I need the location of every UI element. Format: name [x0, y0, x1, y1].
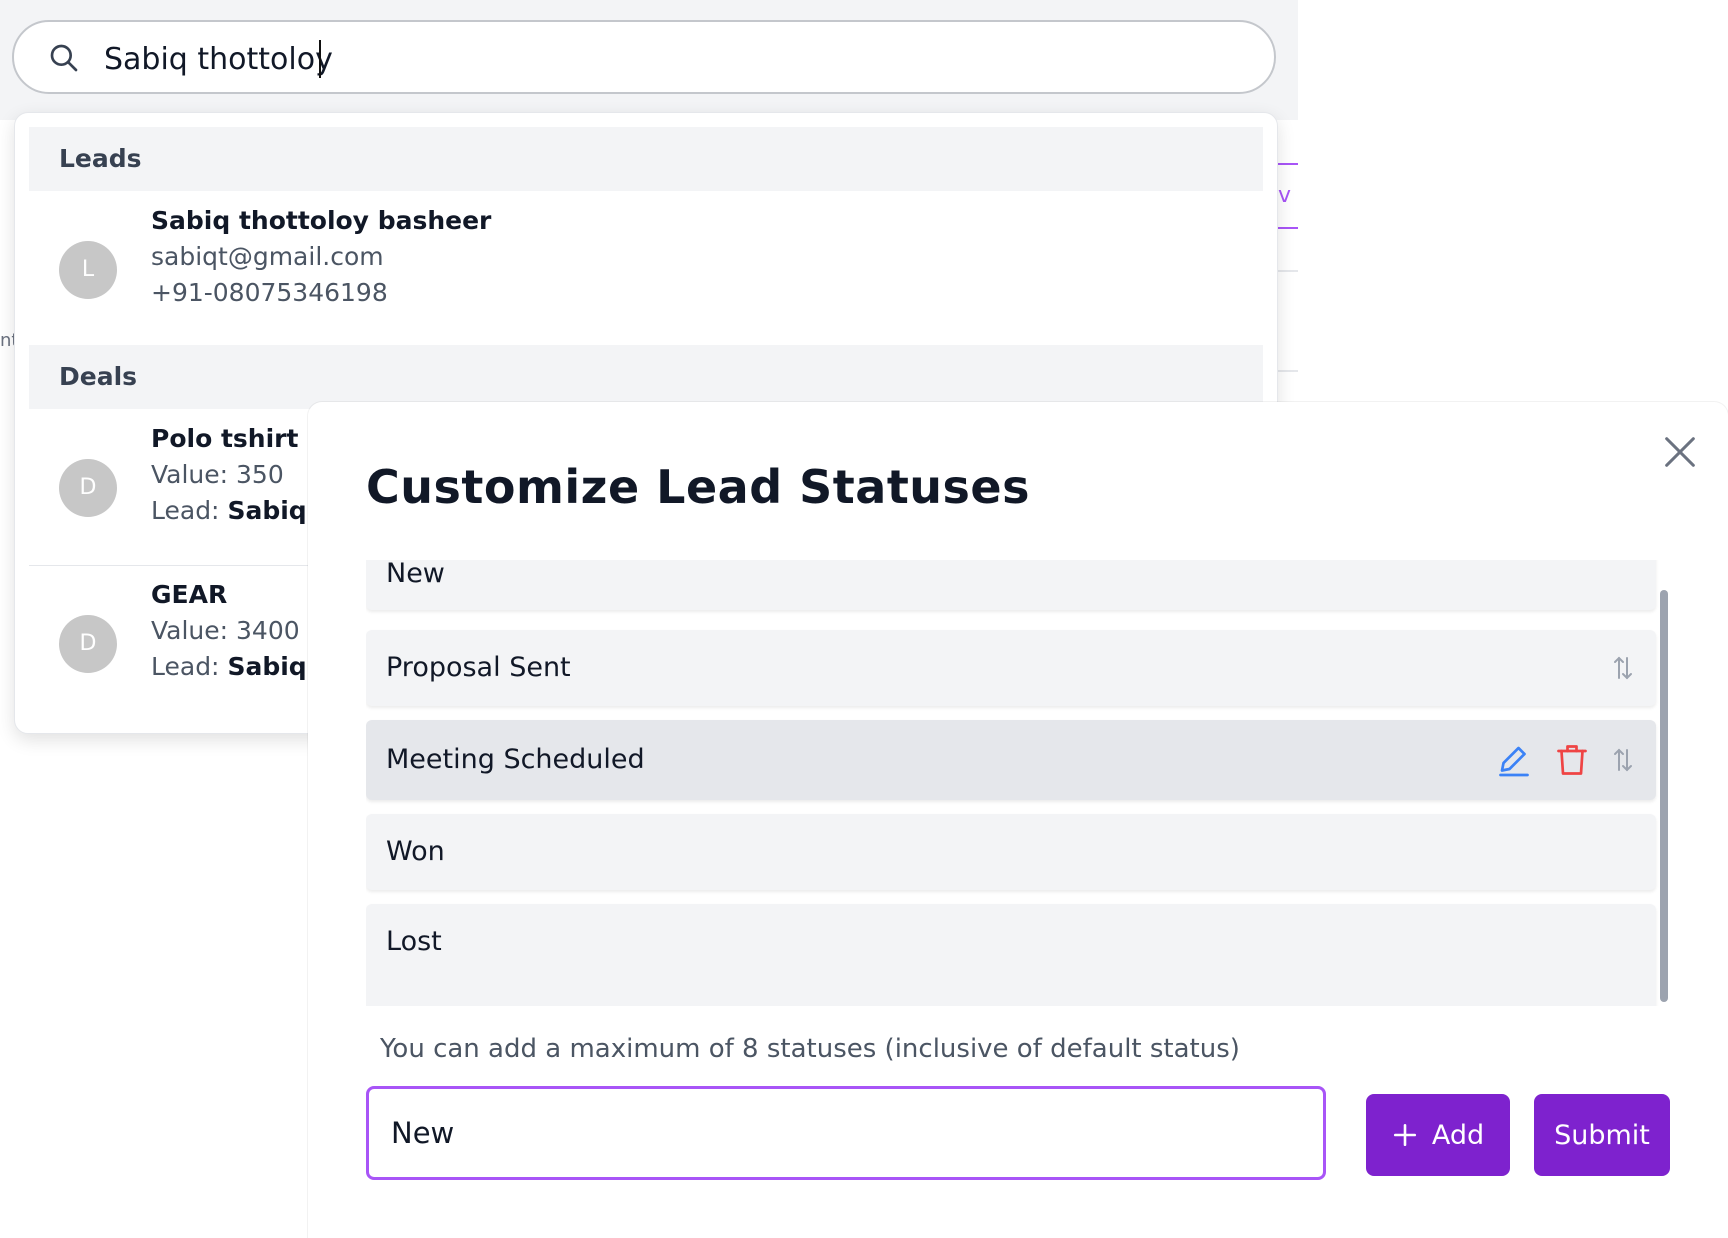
status-row-won[interactable]: Won [366, 814, 1656, 890]
status-row-lost[interactable]: Lost [366, 904, 1656, 1006]
deal-lead-label: Lead: [151, 496, 228, 525]
lead-phone: +91-08075346198 [151, 278, 388, 307]
lead-name-rest: basheer [368, 206, 492, 235]
status-list: New Proposal Sent Meeting Scheduled Won … [366, 560, 1668, 1006]
search-input[interactable] [102, 36, 1246, 82]
plus-icon [1393, 1123, 1416, 1147]
reorder-icon[interactable] [1612, 654, 1634, 682]
lead-result-item[interactable]: L Sabiq thottoloy basheer sabiqt@gmail.c… [29, 201, 1263, 331]
status-label: New [386, 560, 445, 589]
status-list-scrollbar[interactable] [1660, 590, 1668, 1002]
status-label: Lost [386, 926, 442, 957]
lead-name-match: Sabiq thottoloy [151, 206, 369, 235]
customize-lead-statuses-modal: Customize Lead Statuses New Proposal Sen… [308, 402, 1728, 1238]
deal-value: Value: 350 [151, 460, 284, 489]
deal-value: Value: 3400 [151, 616, 300, 645]
avatar: L [59, 241, 117, 299]
status-row-new[interactable]: New [366, 560, 1656, 610]
background-tab[interactable]: v l [1278, 163, 1298, 229]
results-group-leads: Leads [29, 127, 1263, 191]
text-caret [319, 40, 321, 78]
new-status-input[interactable] [366, 1086, 1326, 1180]
status-row-proposal-sent[interactable]: Proposal Sent [366, 630, 1656, 706]
status-actions [1496, 742, 1634, 778]
add-button-label: Add [1431, 1119, 1485, 1151]
deal-lead-label: Lead: [151, 652, 228, 681]
close-icon[interactable] [1660, 432, 1700, 472]
pencil-icon[interactable] [1496, 742, 1532, 778]
status-row-meeting-scheduled[interactable]: Meeting Scheduled [366, 720, 1656, 800]
status-label: Won [386, 836, 445, 867]
global-search-bar[interactable] [12, 20, 1276, 94]
lead-email: sabiqt@gmail.com [151, 242, 384, 271]
reorder-icon[interactable] [1612, 746, 1634, 774]
modal-title: Customize Lead Statuses [366, 460, 1031, 514]
status-actions [1612, 654, 1634, 682]
add-status-button[interactable]: Add [1366, 1094, 1510, 1176]
background-divider [1276, 270, 1298, 272]
deal-title: GEAR [151, 580, 228, 609]
search-icon [50, 44, 78, 72]
submit-button[interactable]: Submit [1534, 1094, 1670, 1176]
deal-title: Polo tshirt [151, 424, 299, 453]
submit-button-label: Submit [1554, 1119, 1650, 1151]
max-statuses-hint: You can add a maximum of 8 statuses (inc… [380, 1034, 1240, 1064]
status-label: Meeting Scheduled [386, 744, 645, 775]
status-label: Proposal Sent [386, 652, 571, 683]
trash-icon[interactable] [1554, 742, 1590, 778]
results-group-deals: Deals [29, 345, 1263, 409]
avatar: D [59, 459, 117, 517]
avatar: D [59, 615, 117, 673]
lead-name: Sabiq thottoloy basheer [151, 203, 491, 239]
background-divider [1276, 370, 1298, 372]
